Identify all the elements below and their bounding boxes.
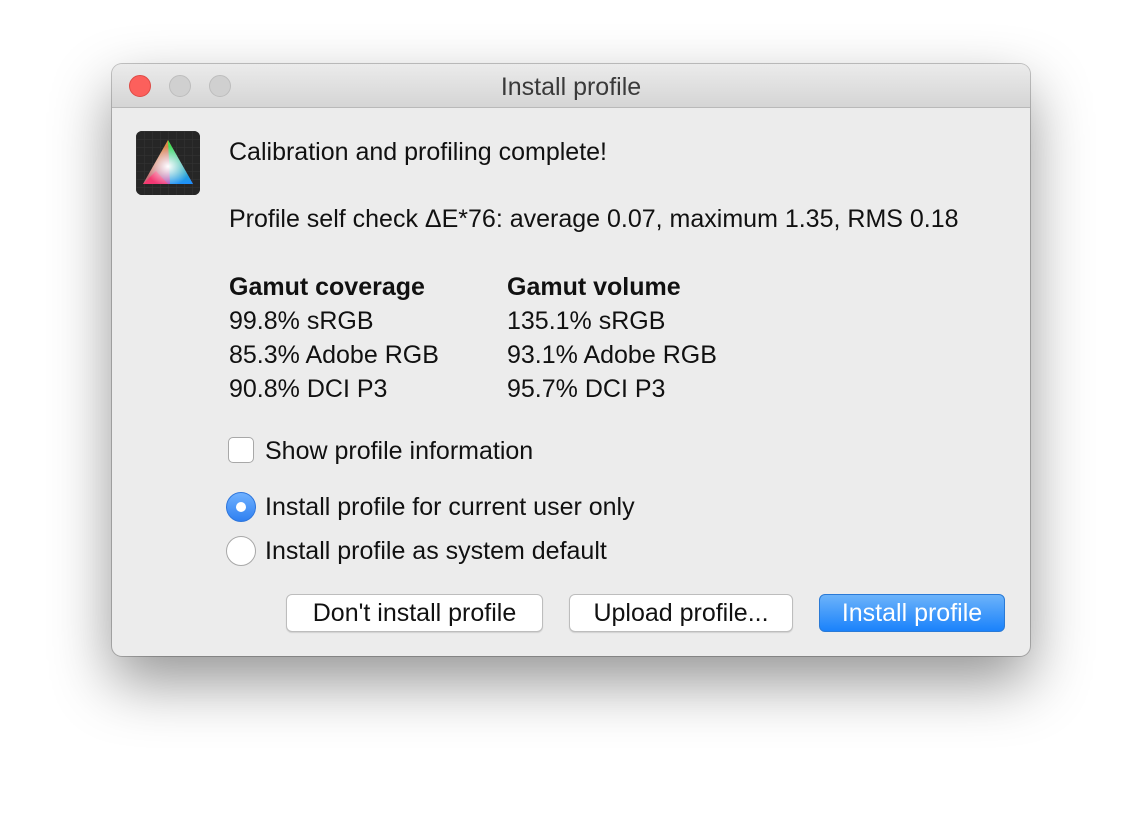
install-profile-button[interactable]: Install profile xyxy=(819,594,1005,632)
install-profile-dialog: Install profile Calibration and profilin… xyxy=(112,64,1030,656)
show-profile-info-label[interactable]: Show profile information xyxy=(265,436,533,466)
system-default-label[interactable]: Install profile as system default xyxy=(265,536,607,566)
gamut-coverage-srgb: 99.8% sRGB xyxy=(229,307,374,335)
system-default-radio[interactable] xyxy=(226,536,256,566)
gamut-volume-dci-p3: 95.7% DCI P3 xyxy=(507,375,666,403)
gamut-volume-heading: Gamut volume xyxy=(507,273,681,301)
headline: Calibration and profiling complete! xyxy=(229,138,607,166)
color-triangle-icon xyxy=(136,131,200,195)
gamut-volume-srgb: 135.1% sRGB xyxy=(507,307,666,335)
current-user-label[interactable]: Install profile for current user only xyxy=(265,492,635,522)
gamut-coverage-dci-p3: 90.8% DCI P3 xyxy=(229,375,388,403)
gamut-coverage-heading: Gamut coverage xyxy=(229,273,425,301)
show-profile-info-checkbox[interactable] xyxy=(228,437,254,463)
gamut-volume-adobe-rgb: 93.1% Adobe RGB xyxy=(507,341,717,369)
self-check-result: Profile self check ΔE*76: average 0.07, … xyxy=(229,205,959,233)
upload-profile-button[interactable]: Upload profile... xyxy=(569,594,793,632)
window-title: Install profile xyxy=(500,73,642,101)
title-bar: Install profile xyxy=(112,64,1030,108)
dont-install-button[interactable]: Don't install profile xyxy=(286,594,543,632)
gamut-coverage-adobe-rgb: 85.3% Adobe RGB xyxy=(229,341,439,369)
current-user-radio[interactable] xyxy=(226,492,256,522)
